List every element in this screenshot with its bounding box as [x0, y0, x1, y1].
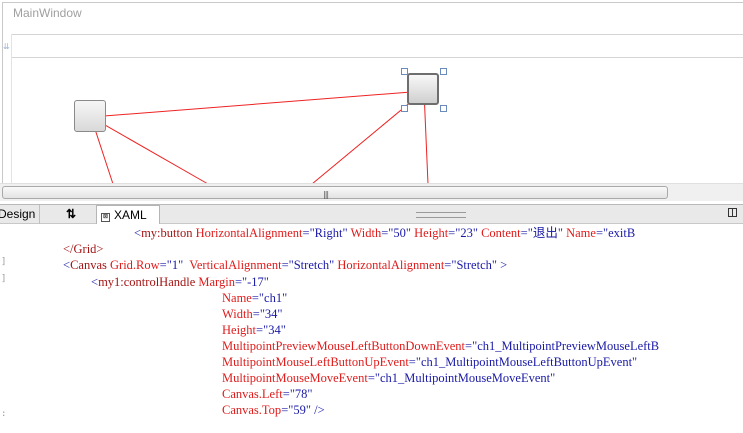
code-line[interactable]: MultipointMouseMoveEvent="ch1_Multipoint… [222, 370, 555, 386]
connector-line [90, 116, 209, 185]
connector-lines [90, 90, 429, 185]
code-line[interactable]: </Grid> [63, 241, 104, 257]
resize-handle-bottom-left[interactable] [401, 105, 408, 112]
tab-xaml[interactable]: ⊠ XAML [96, 205, 160, 224]
control-handle-selected[interactable] [407, 73, 439, 105]
tab-xaml-label: XAML [114, 208, 147, 222]
code-line[interactable]: Width="34" [222, 306, 283, 322]
xaml-editor[interactable]: ] ] : <my:button HorizontalAlignment="Ri… [0, 224, 743, 433]
code-line[interactable]: Canvas.Left="78" [222, 386, 313, 402]
scrollbar-thumb[interactable]: ||| [2, 186, 668, 199]
pane-split-toggle-icon[interactable] [728, 208, 737, 217]
code-line[interactable]: MultipointMouseLeftButtonUpEvent="ch1_Mu… [222, 354, 637, 370]
splitter-grip[interactable] [416, 212, 466, 218]
code-line[interactable]: Canvas.Top="59" /> [222, 402, 325, 418]
code-line[interactable]: <my:button HorizontalAlignment="Right" W… [134, 225, 635, 241]
control-handle-ch1[interactable] [74, 100, 106, 132]
horizontal-scrollbar[interactable]: ||| [0, 183, 743, 201]
code-line[interactable]: <Canvas Grid.Row="1" VerticalAlignment="… [63, 257, 507, 273]
code-line[interactable]: <my1:controlHandle Margin="-17" [91, 274, 269, 290]
code-line[interactable]: Name="ch1" [222, 290, 287, 306]
view-tab-strip: Design ⇅ ⊠ XAML [0, 204, 743, 224]
tab-design[interactable]: Design [0, 205, 40, 224]
code-line[interactable]: MultipointPreviewMouseLeftButtonDownEven… [222, 338, 659, 354]
swap-panes-icon[interactable]: ⇅ [56, 205, 86, 224]
scrollbar-grip-icon: ||| [323, 190, 329, 199]
xaml-icon: ⊠ [101, 213, 110, 222]
outline-marker: : [1, 409, 7, 419]
outline-marker[interactable]: ] [1, 274, 6, 284]
resize-handle-bottom-right[interactable] [440, 105, 447, 112]
outline-marker[interactable]: ] [1, 257, 6, 267]
resize-handle-top-left[interactable] [401, 68, 408, 75]
resize-handle-top-right[interactable] [440, 68, 447, 75]
code-line[interactable]: Height="34" [222, 322, 286, 338]
connector-line [90, 90, 425, 118]
design-surface[interactable]: MainWindow ⇊ ||| [0, 0, 743, 204]
